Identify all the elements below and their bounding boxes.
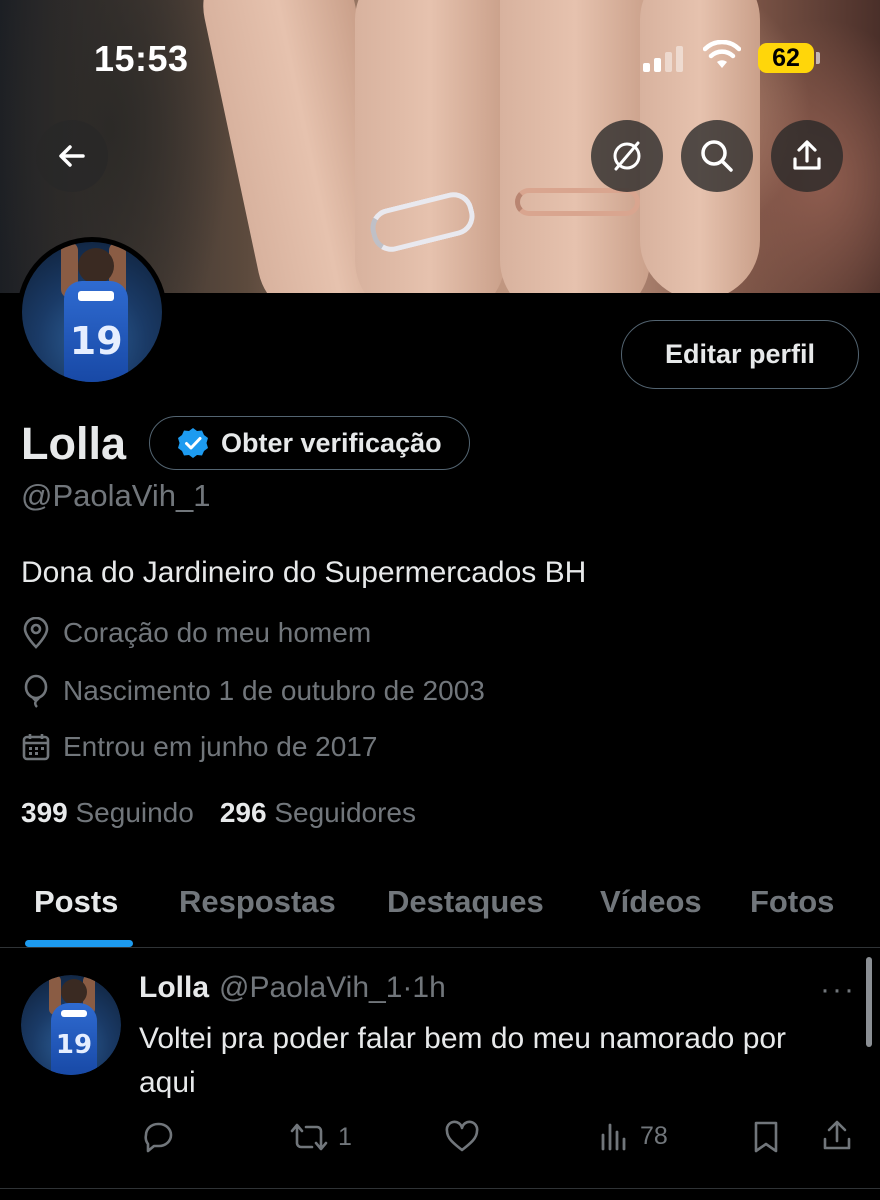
location-pin-icon <box>23 617 49 649</box>
get-verified-button[interactable]: Obter verificação <box>149 416 470 470</box>
get-verified-label: Obter verificação <box>221 427 442 458</box>
bookmark-button[interactable] <box>751 1119 781 1155</box>
avatar-jersey: 19 <box>51 1003 97 1075</box>
profile-location: Coração do meu homem <box>21 617 371 649</box>
post-handle: @PaolaVih_1·1h <box>219 971 446 1005</box>
signal-icon <box>643 46 683 72</box>
back-arrow-icon <box>59 145 85 167</box>
avatar-jersey: 19 <box>64 281 129 382</box>
avatar-head <box>61 979 87 1005</box>
tab-photos[interactable]: Fotos <box>750 884 834 920</box>
avatar-image: 19 <box>22 242 162 382</box>
wifi-icon <box>703 40 741 68</box>
profile-avatar[interactable]: 19 <box>17 237 167 387</box>
share-icon <box>823 1120 851 1150</box>
following-count: 399 <box>21 797 68 828</box>
following-link[interactable]: 399 Seguindo <box>21 797 194 829</box>
post-avatar-image: 19 <box>21 975 121 1075</box>
status-time: 15:53 <box>94 38 189 79</box>
post-time: 1h <box>412 971 446 1004</box>
repost-button[interactable]: 1 <box>288 1119 352 1155</box>
grok-button[interactable] <box>591 120 663 192</box>
back-button[interactable] <box>36 120 108 192</box>
followers-link[interactable]: 296 Seguidores <box>220 797 416 829</box>
profile-handle: @PaolaVih_1 <box>21 478 211 513</box>
following-label: Seguindo <box>75 797 194 828</box>
profile-joined: Entrou em junho de 2017 <box>21 731 377 763</box>
tab-videos[interactable]: Vídeos <box>600 884 702 920</box>
bookmark-icon <box>754 1121 778 1153</box>
active-tab-indicator <box>25 940 133 947</box>
follow-stats: 399 Seguindo 296 Seguidores <box>21 797 416 829</box>
avatar-head <box>78 247 115 284</box>
views-icon <box>601 1123 626 1151</box>
banner-ring <box>515 188 640 216</box>
tab-replies[interactable]: Respostas <box>179 884 336 920</box>
edit-profile-button[interactable]: Editar perfil <box>621 320 859 389</box>
followers-label: Seguidores <box>274 797 416 828</box>
post-text: Voltei pra poder falar bem do meu namora… <box>139 1022 787 1099</box>
more-options-icon[interactable]: ··· <box>820 973 856 1007</box>
profile-bio: Dona do Jardineiro do Supermercados BH <box>21 556 587 589</box>
post-author[interactable]: Lolla <box>139 971 209 1005</box>
divider <box>0 1188 880 1189</box>
search-button[interactable] <box>681 120 753 192</box>
birthdate-text: Nascimento 1 de outubro de 2003 <box>63 675 485 706</box>
profile-birthdate: Nascimento 1 de outubro de 2003 <box>21 674 485 708</box>
post-avatar[interactable]: 19 <box>21 975 121 1075</box>
post-separator: · <box>402 971 413 1004</box>
repost-count: 1 <box>338 1122 352 1151</box>
profile-tabs: Posts Respostas Destaques Vídeos Fotos <box>0 862 880 948</box>
scrollbar-thumb[interactable] <box>866 957 872 1047</box>
like-button[interactable] <box>443 1119 481 1155</box>
battery-tip <box>816 52 820 64</box>
post-share-button[interactable] <box>820 1119 854 1153</box>
tab-posts[interactable]: Posts <box>34 884 118 920</box>
heart-icon <box>445 1120 479 1152</box>
followers-count: 296 <box>219 797 267 828</box>
verified-badge-icon <box>178 428 208 458</box>
profile-name: Lolla <box>21 418 127 469</box>
calendar-icon <box>22 734 50 761</box>
reply-icon <box>144 1122 173 1153</box>
share-icon <box>793 140 821 170</box>
post-handle-text: @PaolaVih_1 <box>219 971 403 1004</box>
balloon-icon <box>24 674 48 708</box>
jersey-number: 19 <box>69 319 123 364</box>
views-button[interactable]: 78 <box>598 1119 668 1153</box>
views-count: 78 <box>640 1121 668 1150</box>
jersey-sponsor <box>61 1010 87 1018</box>
joined-text: Entrou em junho de 2017 <box>63 731 378 762</box>
jersey-number: 19 <box>55 1030 93 1061</box>
post-item[interactable]: 19 Lolla @PaolaVih_1·1h ··· Voltei pra p… <box>0 949 880 1189</box>
search-icon <box>701 140 733 172</box>
jersey-sponsor <box>78 291 115 302</box>
post-header: Lolla @PaolaVih_1·1h <box>139 971 446 1005</box>
share-button[interactable] <box>771 120 843 192</box>
repost-icon <box>290 1123 328 1151</box>
battery-indicator: 62 <box>758 43 814 73</box>
location-text: Coração do meu homem <box>63 617 372 648</box>
banner-finger <box>355 0 505 293</box>
post-actions: 1 78 <box>0 1119 880 1159</box>
grok-icon <box>613 141 641 171</box>
reply-button[interactable] <box>140 1119 176 1155</box>
tab-highlights[interactable]: Destaques <box>387 884 544 920</box>
